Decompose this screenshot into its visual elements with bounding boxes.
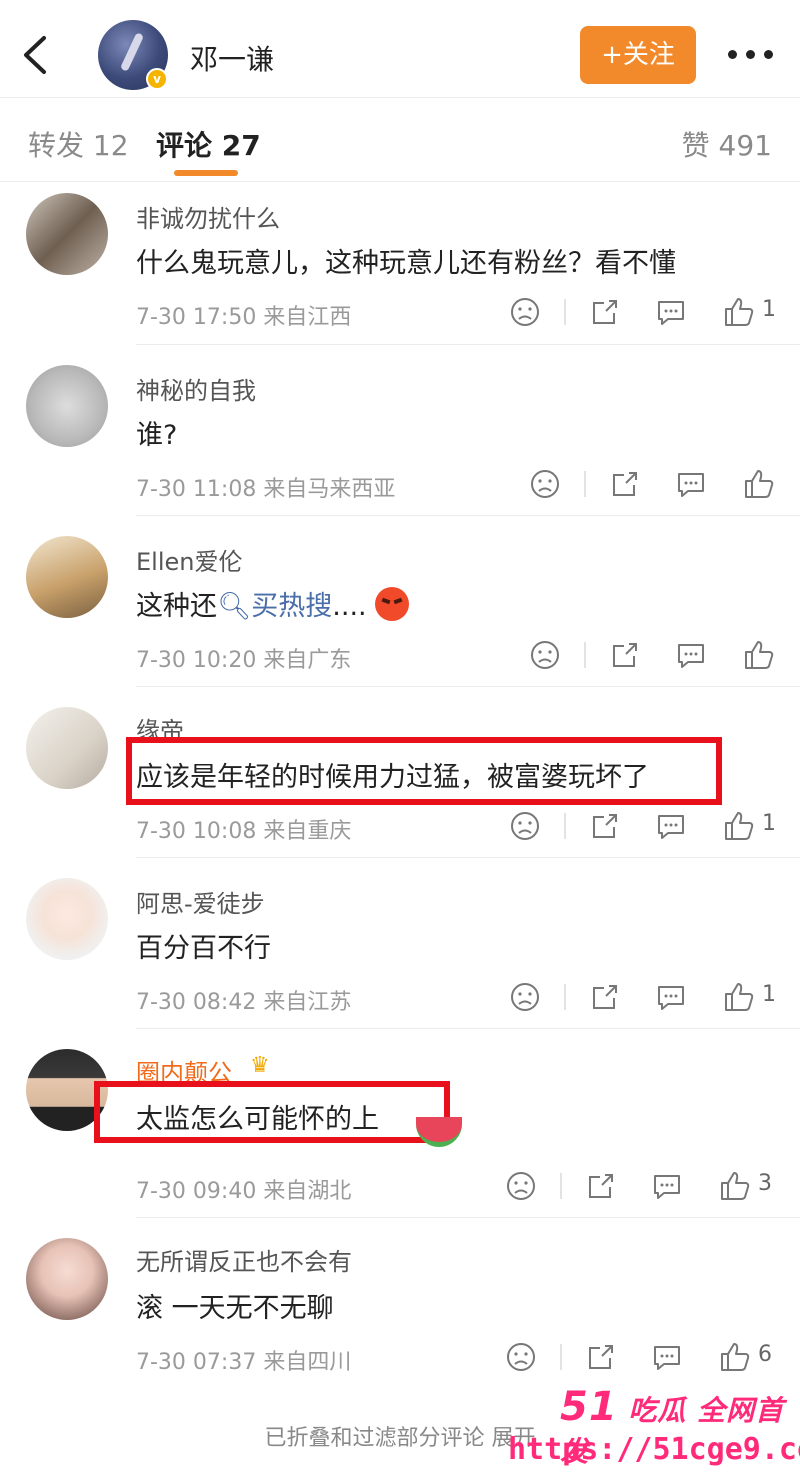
dislike-icon[interactable] — [508, 809, 542, 843]
like-count: 3 — [758, 1171, 772, 1196]
tab-comments[interactable]: 评论 27 — [156, 124, 261, 164]
dislike-icon[interactable] — [504, 1340, 538, 1374]
dislike-icon[interactable] — [504, 1169, 538, 1203]
reply-icon[interactable] — [674, 467, 708, 501]
hot-search-link[interactable]: 买热搜 — [251, 591, 332, 622]
comment-actions: 1 — [508, 809, 800, 845]
comment-text: 百分百不行 — [136, 933, 271, 964]
comment-meta: 7-30 17:50 来自江西 — [136, 305, 352, 330]
watermark-url: https://51cge9.com — [508, 1432, 800, 1467]
share-icon[interactable] — [584, 1169, 618, 1203]
comment-text-prefix: 这种还 — [136, 591, 217, 622]
like-icon[interactable] — [722, 809, 756, 843]
like-count: 1 — [762, 982, 776, 1007]
comment-meta: 7-30 10:20 来自广东 — [136, 648, 352, 673]
comment-text: 滚 一天无不无聊 — [136, 1293, 334, 1324]
commenter-avatar[interactable] — [26, 536, 108, 618]
commenter-avatar[interactable] — [26, 707, 108, 789]
comment-actions: 1 — [508, 980, 800, 1016]
comment-text: 什么鬼玩意儿，这种玩意儿还有粉丝？看不懂 — [136, 248, 676, 279]
share-icon[interactable] — [608, 638, 642, 672]
like-icon[interactable] — [718, 1340, 752, 1374]
commenter-avatar[interactable] — [26, 878, 108, 960]
share-icon[interactable] — [608, 467, 642, 501]
more-options-icon[interactable] — [726, 40, 776, 70]
like-icon[interactable] — [722, 295, 756, 329]
comment-item: 缘帝 应该是年轻的时候用力过猛，被富婆玩坏了 7-30 10:08 来自重庆 1 — [0, 687, 800, 858]
commenter-name[interactable]: Ellen爱伦 — [136, 542, 242, 577]
commenter-avatar[interactable] — [26, 1238, 108, 1320]
reply-icon[interactable] — [650, 1169, 684, 1203]
commenter-name[interactable]: 阿思-爱徒步 — [136, 884, 265, 919]
comment-actions — [528, 638, 800, 674]
commenter-name[interactable]: 非诚勿扰什么 — [136, 199, 280, 234]
comment-meta: 7-30 08:42 来自江苏 — [136, 990, 352, 1015]
like-count: 1 — [762, 297, 776, 322]
comment-item: 无所谓反正也不会有 滚 一天无不无聊 7-30 07:37 来自四川 6 — [0, 1218, 800, 1389]
reply-icon[interactable] — [650, 1340, 684, 1374]
like-icon[interactable] — [722, 980, 756, 1014]
active-tab-indicator — [174, 170, 238, 176]
dislike-icon[interactable] — [528, 467, 562, 501]
comment-item: 神秘的自我 谁? 7-30 11:08 来自马来西亚 — [0, 345, 800, 516]
like-icon[interactable] — [718, 1169, 752, 1203]
reply-icon[interactable] — [674, 638, 708, 672]
dislike-icon[interactable] — [508, 980, 542, 1014]
comment-meta: 7-30 09:40 来自湖北 — [136, 1179, 352, 1204]
verified-icon: v — [146, 68, 168, 90]
tab-bar: 转发 12 评论 27 赞 491 — [0, 98, 800, 182]
comment-item: 阿思-爱徒步 百分百不行 7-30 08:42 来自江苏 1 — [0, 858, 800, 1029]
dislike-icon[interactable] — [528, 638, 562, 672]
commenter-name[interactable]: 无所谓反正也不会有 — [136, 1242, 352, 1277]
comment-item: 非诚勿扰什么 什么鬼玩意儿，这种玩意儿还有粉丝？看不懂 7-30 17:50 来… — [0, 183, 800, 345]
reply-icon[interactable] — [654, 295, 688, 329]
highlight-box — [94, 1081, 450, 1143]
comment-actions: 1 — [508, 295, 800, 331]
reply-icon[interactable] — [654, 980, 688, 1014]
tab-likes[interactable]: 赞 491 — [682, 124, 772, 164]
search-icon: 🔍︎ — [217, 591, 252, 622]
share-icon[interactable] — [588, 295, 622, 329]
share-icon[interactable] — [588, 980, 622, 1014]
like-icon[interactable] — [742, 638, 776, 672]
back-arrow-icon[interactable] — [20, 34, 50, 76]
highlight-box — [126, 737, 722, 805]
author-name[interactable]: 邓一谦 — [190, 38, 274, 78]
reply-icon[interactable] — [654, 809, 688, 843]
watermark-number: 51 — [560, 1384, 618, 1430]
top-bar: v 邓一谦 +关注 — [0, 0, 800, 98]
comment-meta: 7-30 10:08 来自重庆 — [136, 819, 352, 844]
like-icon[interactable] — [742, 467, 776, 501]
like-count: 6 — [758, 1342, 772, 1367]
commenter-avatar[interactable] — [26, 365, 108, 447]
commenter-name[interactable]: 神秘的自我 — [136, 371, 256, 406]
like-count: 1 — [762, 811, 776, 836]
comment-text: 这种还🔍︎买热搜.... — [136, 584, 410, 623]
comment-text: 谁? — [136, 420, 178, 451]
comment-meta: 7-30 07:37 来自四川 — [136, 1350, 352, 1375]
comment-actions — [528, 467, 800, 503]
follow-button[interactable]: +关注 — [580, 26, 696, 84]
crown-icon: ♛ — [250, 1053, 270, 1078]
comment-actions: 6 — [504, 1340, 800, 1376]
dislike-icon[interactable] — [508, 295, 542, 329]
comment-meta: 7-30 11:08 来自马来西亚 — [136, 477, 396, 502]
comment-item: Ellen爱伦 这种还🔍︎买热搜.... 7-30 10:20 来自广东 — [0, 516, 800, 687]
commenter-avatar[interactable] — [26, 193, 108, 275]
tab-repost[interactable]: 转发 12 — [28, 124, 129, 164]
comment-actions: 3 — [504, 1169, 800, 1205]
share-icon[interactable] — [584, 1340, 618, 1374]
share-icon[interactable] — [588, 809, 622, 843]
comment-item: 圈内颠公 ♛ 太监怎么可能怀的上 7-30 09:40 来自湖北 3 — [0, 1029, 800, 1218]
comment-text-suffix: .... — [332, 591, 367, 622]
angry-emoji-icon — [375, 587, 410, 621]
